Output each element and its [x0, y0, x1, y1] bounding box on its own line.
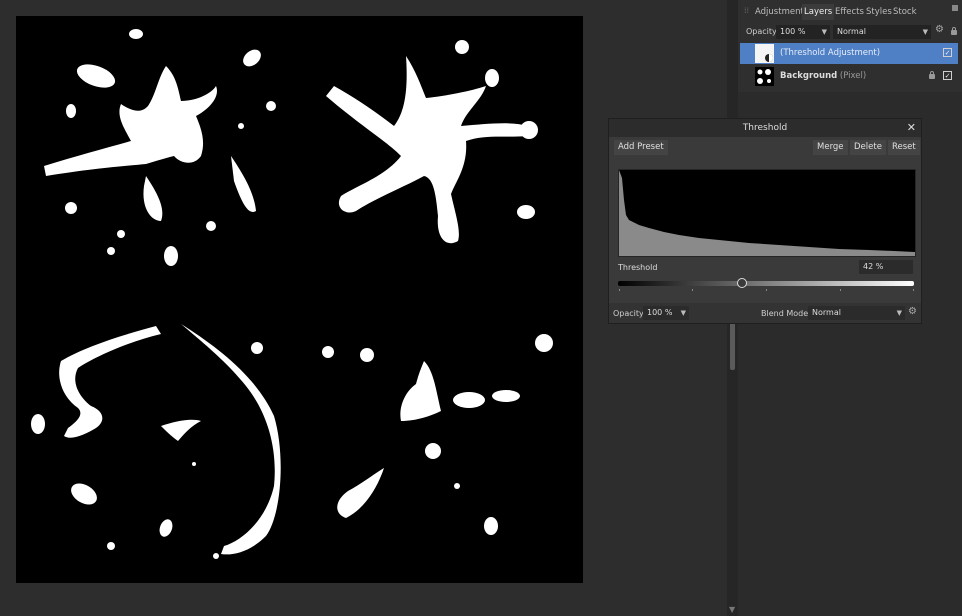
- ink-splat: [326, 40, 538, 244]
- threshold-image: [31, 29, 553, 559]
- dialog-title[interactable]: Threshold: [609, 119, 921, 137]
- layers-panel: ⁞⁞ Adjustment Layers Effects Styles Stoc…: [738, 0, 962, 92]
- tab-effects[interactable]: Effects: [835, 4, 864, 20]
- document-canvas[interactable]: [16, 16, 583, 583]
- close-icon[interactable]: ✕: [907, 119, 916, 137]
- scroll-down-icon[interactable]: ▼: [729, 605, 735, 614]
- blend-mode-value: Normal: [837, 27, 866, 36]
- ink-splat: [31, 324, 281, 559]
- gear-icon[interactable]: ⚙: [935, 24, 944, 35]
- opacity-value: 100 %: [780, 27, 806, 36]
- layer-title: Background: [780, 71, 838, 81]
- blend-mode-value: Normal: [812, 308, 841, 317]
- threshold-label: Threshold: [618, 263, 658, 272]
- slider-tick: [913, 289, 914, 291]
- dialog-footer: Opacity: 100 % ▼ Blend Mode: Normal ▼ ⚙: [609, 303, 921, 323]
- reset-button[interactable]: Reset: [888, 140, 920, 155]
- slider-tick: [766, 289, 767, 291]
- tab-styles[interactable]: Styles: [866, 4, 892, 20]
- blend-mode-dropdown[interactable]: Normal ▼: [808, 306, 905, 320]
- panel-menu-icon[interactable]: [952, 5, 958, 11]
- merge-button[interactable]: Merge: [813, 140, 848, 155]
- layer-visibility-checkbox[interactable]: ✓: [943, 48, 952, 57]
- grip-icon[interactable]: ⁞⁞: [744, 6, 749, 15]
- threshold-value-field[interactable]: 42 %: [859, 260, 913, 274]
- slider-knob[interactable]: [737, 278, 748, 288]
- opacity-label: Opacity:: [613, 309, 646, 318]
- lock-icon[interactable]: [929, 71, 935, 79]
- layer-opacity-row: Opacity: 100 % ▼ Normal ▼ ⚙: [738, 23, 962, 41]
- blend-mode-label: Blend Mode:: [761, 309, 811, 318]
- layer-thumbnail: [755, 67, 774, 86]
- blend-mode-dropdown[interactable]: Normal ▼: [833, 25, 931, 39]
- tab-stock[interactable]: Stock: [893, 4, 917, 20]
- slider-tick: [840, 289, 841, 291]
- opacity-label: Opacity:: [746, 27, 779, 36]
- tab-adjustment[interactable]: Adjustment: [755, 4, 804, 20]
- slider-tick: [692, 289, 693, 291]
- layer-name: (Threshold Adjustment): [780, 48, 881, 58]
- layer-row-background[interactable]: Background (Pixel) ✓: [740, 66, 958, 87]
- lock-icon[interactable]: [951, 27, 957, 35]
- opacity-dropdown[interactable]: 100 % ▼: [776, 25, 830, 39]
- layer-thumbnail: [755, 44, 774, 63]
- add-preset-button[interactable]: Add Preset: [614, 140, 668, 155]
- chevron-down-icon: ▼: [896, 309, 902, 317]
- ink-splat: [44, 29, 276, 266]
- chevron-down-icon: ▼: [821, 28, 827, 36]
- ink-splat: [322, 334, 553, 535]
- layer-row-threshold[interactable]: (Threshold Adjustment) ✓: [740, 43, 958, 64]
- layer-type: (Pixel): [839, 71, 867, 81]
- scrollbar-thumb[interactable]: [730, 322, 735, 370]
- threshold-value: 42 %: [863, 262, 884, 271]
- opacity-dropdown[interactable]: 100 % ▼: [643, 306, 689, 320]
- opacity-value: 100 %: [647, 308, 673, 317]
- layer-name: Background (Pixel): [780, 66, 866, 87]
- layer-visibility-checkbox[interactable]: ✓: [943, 71, 952, 80]
- delete-button[interactable]: Delete: [850, 140, 886, 155]
- chevron-down-icon: ▼: [680, 309, 686, 317]
- gear-icon[interactable]: ⚙: [908, 306, 917, 317]
- chevron-down-icon: ▼: [922, 28, 928, 36]
- tab-layers[interactable]: Layers: [802, 4, 835, 20]
- slider-tick: [619, 289, 620, 291]
- histogram: [618, 169, 916, 257]
- threshold-dialog: Threshold ✕ Add Preset Merge Delete Rese…: [608, 118, 922, 324]
- threshold-slider[interactable]: [618, 278, 914, 291]
- panel-tabs: ⁞⁞ Adjustment Layers Effects Styles Stoc…: [738, 4, 962, 20]
